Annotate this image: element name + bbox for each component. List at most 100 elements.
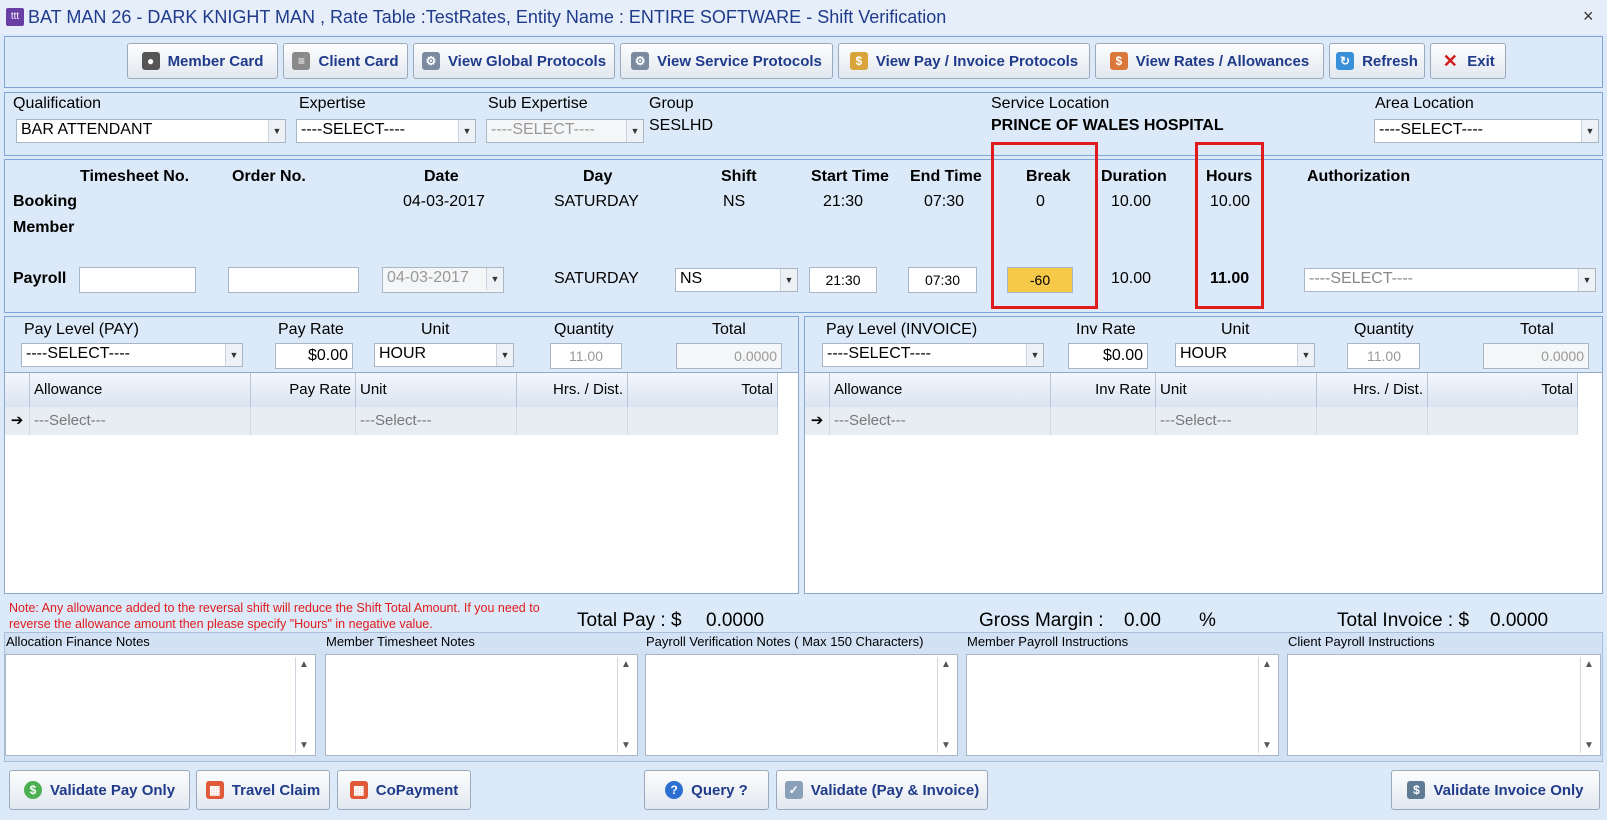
validate-pay-invoice-button[interactable]: ✓ Validate (Pay & Invoice) <box>776 770 988 810</box>
timesheet-header: Timesheet No. <box>80 168 190 185</box>
invoice-unit-select[interactable]: HOUR ▼ <box>1175 343 1315 367</box>
booking-row-label: Booking <box>13 193 77 210</box>
chevron-down-icon: ▼ <box>496 344 513 366</box>
pay-rate-cell[interactable] <box>251 407 356 435</box>
payroll-authorization-select[interactable]: ----SELECT---- ▼ <box>1304 268 1596 292</box>
client-payroll-instructions-textarea[interactable]: ▲ ▼ <box>1287 654 1601 756</box>
total-column-header[interactable]: Total <box>628 373 778 407</box>
payroll-timesheet-input[interactable] <box>79 267 196 293</box>
scroll-down-icon: ▼ <box>1584 740 1594 751</box>
query-button[interactable]: ? Query ? <box>644 770 769 810</box>
sub-expertise-select[interactable]: ----SELECT---- ▼ <box>486 119 644 143</box>
day-header: Day <box>583 168 613 185</box>
area-location-select[interactable]: ----SELECT---- ▼ <box>1374 119 1599 143</box>
help-icon: ? <box>665 781 684 799</box>
allowance-column-header[interactable]: Allowance <box>830 373 1051 407</box>
qualification-label: Qualification <box>13 95 102 112</box>
payroll-order-input[interactable] <box>228 267 359 293</box>
payroll-start-time-input[interactable]: 21:30 <box>809 267 877 293</box>
inv-rate-cell[interactable] <box>1051 407 1156 435</box>
end-time-header: End Time <box>910 168 982 185</box>
scrollbar[interactable]: ▲ ▼ <box>1580 657 1598 753</box>
unit-column-header[interactable]: Unit <box>1156 373 1317 407</box>
invoice-allowance-select-cell[interactable]: ---Select--- <box>830 407 1051 435</box>
view-service-protocols-button[interactable]: ⚙ View Service Protocols <box>620 43 833 79</box>
payroll-row-label: Payroll <box>13 270 67 287</box>
unit-column-header[interactable]: Unit <box>356 373 517 407</box>
close-icon[interactable]: × <box>1583 6 1594 27</box>
document-check-icon: ✓ <box>784 781 803 799</box>
allowance-column-header[interactable]: Allowance <box>30 373 251 407</box>
payroll-end-time-input[interactable]: 07:30 <box>908 267 977 293</box>
row-header-cell <box>5 373 30 407</box>
pay-allowance-select-cell[interactable]: ---Select--- <box>30 407 251 435</box>
validate-pay-only-button[interactable]: $ Validate Pay Only <box>9 770 190 810</box>
pay-unit-select[interactable]: HOUR ▼ <box>374 343 514 367</box>
break-highlight-annotation <box>991 142 1098 309</box>
total-column-header[interactable]: Total <box>1428 373 1578 407</box>
refresh-icon: ↻ <box>1336 52 1355 70</box>
sub-expertise-label: Sub Expertise <box>488 95 588 112</box>
payroll-verification-notes-textarea[interactable]: ▲ ▼ <box>645 654 958 756</box>
member-payroll-instructions-textarea[interactable]: ▲ ▼ <box>966 654 1279 756</box>
protocol-icon: ⚙ <box>421 52 440 70</box>
invoice-quantity-stepper[interactable]: 11.00 <box>1347 343 1420 369</box>
expertise-label: Expertise <box>299 95 366 112</box>
member-row-label: Member <box>13 219 75 236</box>
view-rates-allowances-button[interactable]: $ View Rates / Allowances <box>1095 43 1324 79</box>
invoice-unit-select-cell[interactable]: ---Select--- <box>1156 407 1317 435</box>
scrollbar[interactable]: ▲ ▼ <box>937 657 955 753</box>
chevron-down-icon: ▼ <box>486 268 503 290</box>
booking-date: 04-03-2017 <box>403 193 485 210</box>
pay-allowance-grid: Allowance Pay Rate Unit Hrs. / Dist. Tot… <box>4 372 799 594</box>
pay-rate-column-header[interactable]: Pay Rate <box>251 373 356 407</box>
travel-claim-button[interactable]: ▦ Travel Claim <box>196 770 330 810</box>
invoice-level-select[interactable]: ----SELECT---- ▼ <box>822 343 1044 367</box>
authorization-header: Authorization <box>1307 168 1411 185</box>
hrs-dist-column-header[interactable]: Hrs. / Dist. <box>517 373 628 407</box>
scrollbar[interactable]: ▲ ▼ <box>617 657 635 753</box>
chevron-down-icon: ▼ <box>1297 344 1314 366</box>
inv-rate-input[interactable]: $0.00 <box>1068 343 1148 369</box>
pay-hrs-cell[interactable] <box>517 407 628 435</box>
chevron-down-icon: ▼ <box>1026 344 1043 366</box>
protocol-icon: ⚙ <box>631 52 650 70</box>
pay-rate-input[interactable]: $0.00 <box>275 343 353 369</box>
payroll-date-picker[interactable]: 04-03-2017 ▼ <box>382 267 504 293</box>
client-card-button[interactable]: ≡ Client Card <box>283 43 408 79</box>
payroll-verification-notes-label: Payroll Verification Notes ( Max 150 Cha… <box>646 634 924 649</box>
payroll-duration: 10.00 <box>1111 270 1152 287</box>
invoice-hrs-cell[interactable] <box>1317 407 1428 435</box>
pay-level-select[interactable]: ----SELECT---- ▼ <box>21 343 243 367</box>
expertise-select[interactable]: ----SELECT---- ▼ <box>296 119 476 143</box>
booking-day: SATURDAY <box>554 193 639 210</box>
invoice-total-cell[interactable] <box>1428 407 1578 435</box>
member-timesheet-notes-textarea[interactable]: ▲ ▼ <box>325 654 638 756</box>
invoice-icon: $ <box>1407 781 1426 799</box>
pay-quantity-stepper[interactable]: 11.00 <box>550 343 622 369</box>
member-card-button[interactable]: ● Member Card <box>127 43 278 79</box>
pay-total-field: 0.0000 <box>676 343 782 369</box>
exit-button[interactable]: ✕ Exit <box>1430 43 1506 79</box>
document-icon: ≡ <box>292 52 311 70</box>
invoice-level-label: Pay Level (INVOICE) <box>826 321 978 338</box>
qualification-select[interactable]: BAR ATTENDANT ▼ <box>16 119 286 143</box>
view-global-protocols-button[interactable]: ⚙ View Global Protocols <box>413 43 615 79</box>
payroll-shift-select[interactable]: NS ▼ <box>675 268 798 292</box>
pay-total-cell[interactable] <box>628 407 778 435</box>
invoice-icon: $ <box>849 52 868 70</box>
scrollbar[interactable]: ▲ ▼ <box>295 657 313 753</box>
view-pay-invoice-protocols-button[interactable]: $ View Pay / Invoice Protocols <box>838 43 1090 79</box>
allocation-finance-notes-textarea[interactable]: ▲ ▼ <box>5 654 316 756</box>
refresh-button[interactable]: ↻ Refresh <box>1329 43 1425 79</box>
validate-invoice-only-button[interactable]: $ Validate Invoice Only <box>1391 770 1600 810</box>
invoice-total-field: 0.0000 <box>1483 343 1589 369</box>
member-timesheet-notes-label: Member Timesheet Notes <box>326 634 475 649</box>
copayment-button[interactable]: ▦ CoPayment <box>337 770 471 810</box>
window-title: BAT MAN 26 - DARK KNIGHT MAN , Rate Tabl… <box>28 7 947 27</box>
scrollbar[interactable]: ▲ ▼ <box>1258 657 1276 753</box>
pay-unit-select-cell[interactable]: ---Select--- <box>356 407 517 435</box>
hrs-dist-column-header[interactable]: Hrs. / Dist. <box>1317 373 1428 407</box>
pay-rate-label: Pay Rate <box>278 321 344 338</box>
inv-rate-column-header[interactable]: Inv Rate <box>1051 373 1156 407</box>
